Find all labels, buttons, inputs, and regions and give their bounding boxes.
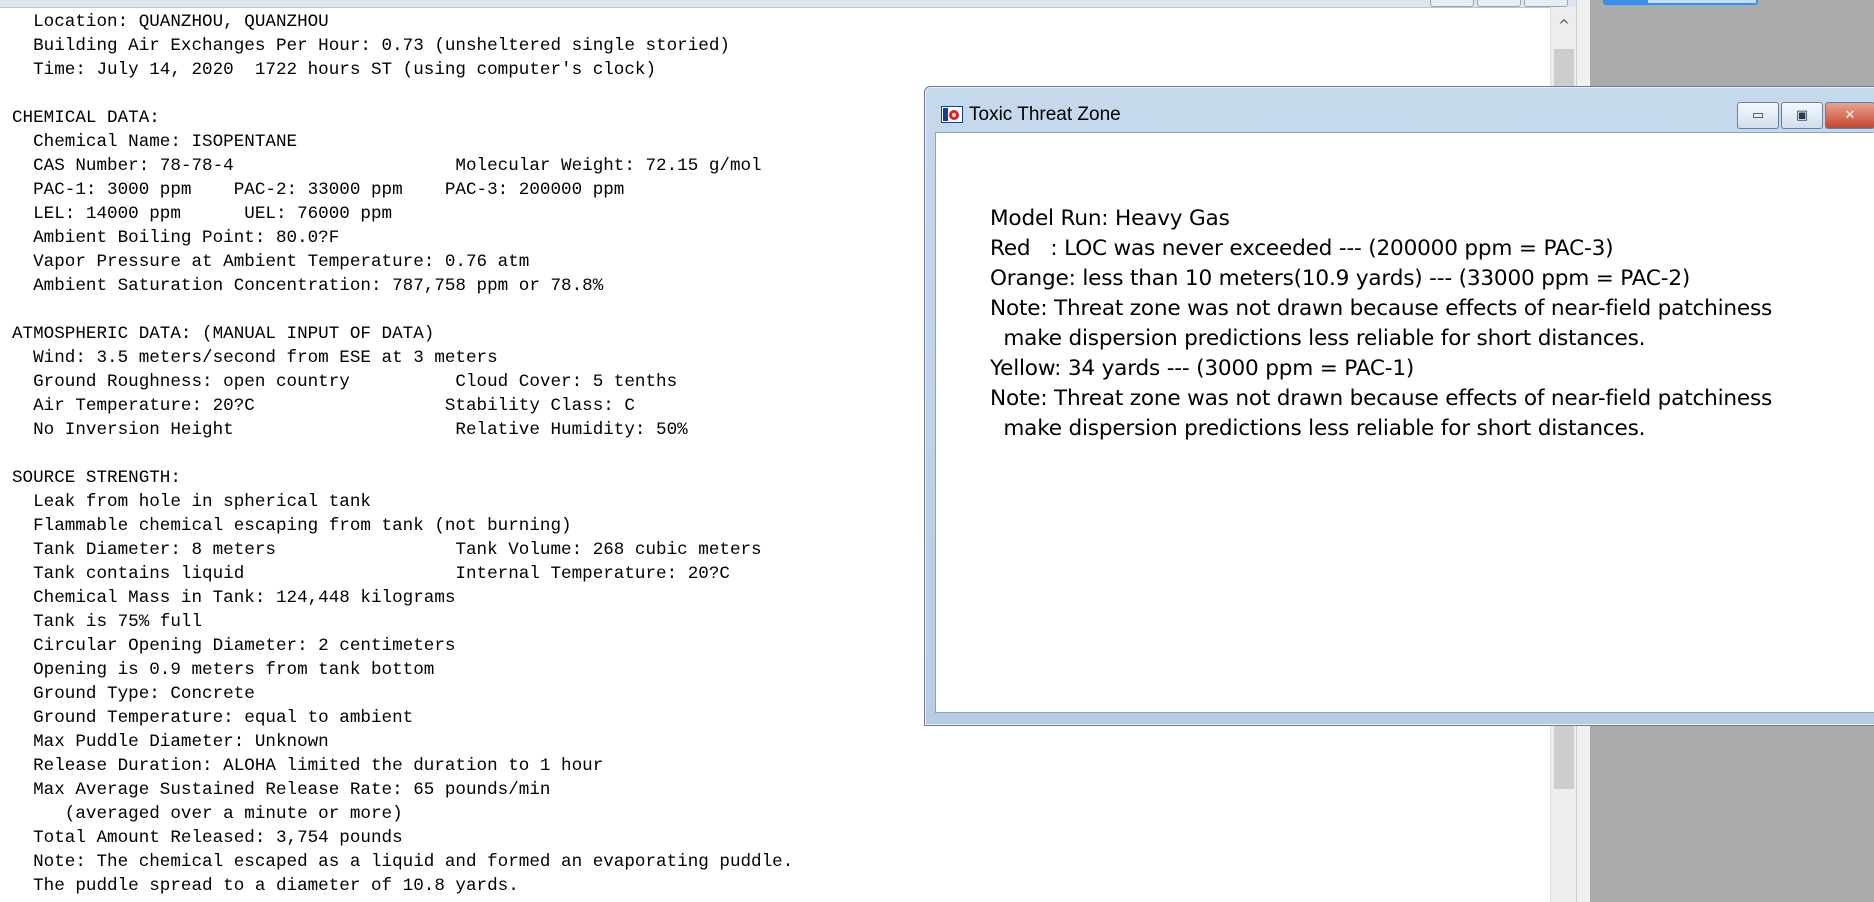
window-top-strip: [0, 0, 1590, 8]
app-icon: [941, 106, 963, 123]
report-line: ATMOSPHERIC DATA: (MANUAL INPUT OF DATA): [12, 324, 435, 344]
window-title: Toxic Threat Zone: [969, 104, 1121, 125]
report-line: Ground Roughness: open country Cloud Cov…: [12, 372, 678, 392]
report-line: Release Duration: ALOHA limited the dura…: [12, 756, 604, 776]
report-line: Time: July 14, 2020 1722 hours ST (using…: [12, 60, 657, 80]
report-line: [12, 298, 793, 322]
scroll-up-icon[interactable]: ^: [1551, 7, 1577, 45]
report-line: Note: The chemical escaped as a liquid a…: [12, 852, 794, 872]
report-line: Air Temperature: 20?C Stability Class: C: [12, 396, 635, 416]
maximize-icon[interactable]: ▣: [1781, 102, 1823, 129]
threat-zone-line: make dispersion predictions less reliabl…: [990, 416, 1646, 441]
report-line: LEL: 14000 ppm UEL: 76000 ppm: [12, 204, 393, 224]
threat-zone-summary: Model Run: Heavy Gas Red : LOC was never …: [990, 204, 1772, 444]
report-line: Max Average Sustained Release Rate: 65 p…: [12, 780, 551, 800]
report-line: SOURCE STRENGTH:: [12, 468, 181, 488]
threat-zone-line: make dispersion predictions less reliabl…: [990, 326, 1646, 351]
report-line: Chemical Mass in Tank: 124,448 kilograms: [12, 588, 456, 608]
report-line: PAC-1: 3000 ppm PAC-2: 33000 ppm PAC-3: …: [12, 180, 625, 200]
report-line: (averaged over a minute or more): [12, 804, 403, 824]
report-line: Ground Temperature: equal to ambient: [12, 708, 414, 728]
toxic-threat-zone-window[interactable]: Toxic Threat Zone ▭ ▣ ✕ Model Run: Heavy…: [924, 86, 1874, 726]
report-line: Max Puddle Diameter: Unknown: [12, 732, 329, 752]
report-line: Total Amount Released: 3,754 pounds: [12, 828, 403, 848]
report-line: Vapor Pressure at Ambient Temperature: 0…: [12, 252, 530, 272]
report-line: [12, 442, 793, 466]
report-line: CHEMICAL DATA:: [12, 108, 160, 128]
threat-zone-line: Note: Threat zone was not drawn because …: [990, 386, 1773, 411]
threat-zone-line: Yellow: 34 yards --- (3000 ppm = PAC-1): [990, 356, 1415, 381]
report-line: No Inversion Height Relative Humidity: 5…: [12, 420, 688, 440]
threat-zone-line: Orange: less than 10 meters(10.9 yards) …: [990, 266, 1691, 291]
threat-zone-line: Model Run: Heavy Gas: [990, 206, 1230, 231]
report-line: Wind: 3.5 meters/second from ESE at 3 me…: [12, 348, 498, 368]
close-button[interactable]: [1524, 0, 1568, 7]
report-line: The puddle spread to a diameter of 10.8 …: [12, 876, 519, 896]
report-line: Tank is 75% full: [12, 612, 203, 632]
report-line: Location: QUANZHOU, QUANZHOU: [12, 12, 329, 32]
report-line: [12, 82, 793, 106]
report-line: Building Air Exchanges Per Hour: 0.73 (u…: [12, 36, 730, 56]
report-line: Tank Diameter: 8 meters Tank Volume: 268…: [12, 540, 762, 560]
taskbar-tab-highlight: [1648, 0, 1756, 3]
text-summary-report: Location: QUANZHOU, QUANZHOU Building Ai…: [12, 10, 793, 898]
minimize-icon[interactable]: ▭: [1737, 102, 1779, 129]
threat-zone-line: Red : LOC was never exceeded --- (200000…: [990, 236, 1614, 261]
report-line: Chemical Name: ISOPENTANE: [12, 132, 298, 152]
maximize-button[interactable]: [1477, 0, 1521, 7]
report-line: Tank contains liquid Internal Temperatur…: [12, 564, 730, 584]
threat-zone-content: Model Run: Heavy Gas Red : LOC was never …: [935, 132, 1874, 713]
report-line: Ambient Saturation Concentration: 787,75…: [12, 276, 604, 296]
report-line: Flammable chemical escaping from tank (n…: [12, 516, 572, 536]
report-line: Ambient Boiling Point: 80.0?F: [12, 228, 340, 248]
report-line: Circular Opening Diameter: 2 centimeters: [12, 636, 456, 656]
titlebar[interactable]: Toxic Threat Zone ▭ ▣ ✕: [925, 87, 1874, 131]
threat-zone-line: Note: Threat zone was not drawn because …: [990, 296, 1773, 321]
report-line: Ground Type: Concrete: [12, 684, 255, 704]
report-line: CAS Number: 78-78-4 Molecular Weight: 72…: [12, 156, 762, 176]
minimize-button[interactable]: [1430, 0, 1474, 7]
close-icon[interactable]: ✕: [1825, 102, 1874, 129]
report-line: Leak from hole in spherical tank: [12, 492, 371, 512]
report-line: Opening is 0.9 meters from tank bottom: [12, 660, 435, 680]
